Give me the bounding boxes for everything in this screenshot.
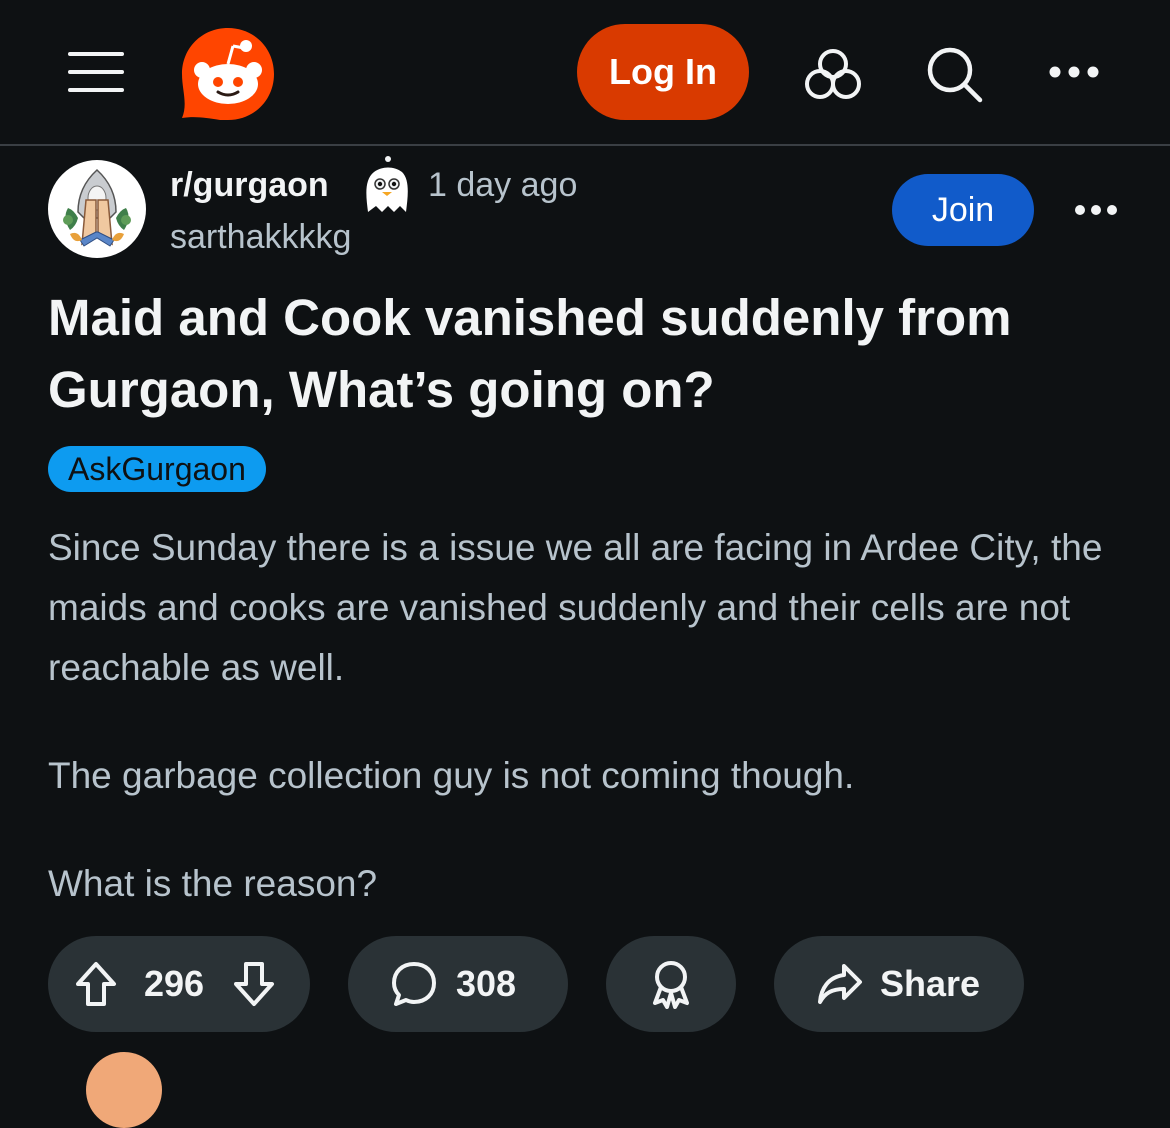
post-more-icon[interactable] bbox=[1074, 202, 1118, 218]
post-title[interactable]: Maid and Cook vanished suddenly from Gur… bbox=[48, 282, 1128, 426]
upvote-count: 296 bbox=[144, 963, 205, 1004]
menu-icon[interactable] bbox=[68, 50, 124, 94]
post-body-paragraph: Since Sunday there is a issue we all are… bbox=[48, 527, 1103, 688]
award-icon bbox=[653, 961, 689, 1009]
vote-pill: 296 bbox=[48, 936, 310, 1032]
upvote-icon[interactable] bbox=[74, 960, 118, 1008]
more-icon[interactable] bbox=[1048, 64, 1100, 80]
post-flair[interactable]: AskGurgaon bbox=[48, 446, 266, 492]
comments-button[interactable]: 308 bbox=[348, 936, 568, 1032]
subreddit-name[interactable]: r/gurgaon bbox=[170, 166, 329, 205]
comment-icon bbox=[392, 962, 436, 1006]
join-button[interactable]: Join bbox=[892, 174, 1034, 246]
praying-hands-icon bbox=[49, 161, 145, 257]
subreddit-avatar[interactable] bbox=[48, 160, 146, 258]
post-body-paragraph: The garbage collection guy is not coming… bbox=[48, 755, 855, 796]
post-time: 1 day ago bbox=[428, 166, 578, 204]
award-button[interactable] bbox=[606, 936, 736, 1032]
downvote-icon[interactable] bbox=[232, 960, 276, 1008]
explore-icon[interactable] bbox=[802, 46, 864, 102]
login-button[interactable]: Log In bbox=[577, 24, 749, 120]
top-bar: Log In bbox=[0, 0, 1170, 146]
comment-count: 308 bbox=[456, 963, 517, 1004]
share-icon bbox=[818, 964, 862, 1004]
ghost-icon bbox=[366, 156, 408, 212]
post-author[interactable]: sarthakkkkg bbox=[170, 218, 351, 257]
share-button[interactable]: Share bbox=[774, 936, 1024, 1032]
share-label: Share bbox=[880, 963, 981, 1004]
reddit-logo[interactable] bbox=[178, 24, 278, 124]
next-comment-avatar[interactable] bbox=[86, 1052, 162, 1128]
search-icon[interactable] bbox=[924, 44, 984, 104]
post-body-paragraph: What is the reason? bbox=[48, 863, 378, 904]
